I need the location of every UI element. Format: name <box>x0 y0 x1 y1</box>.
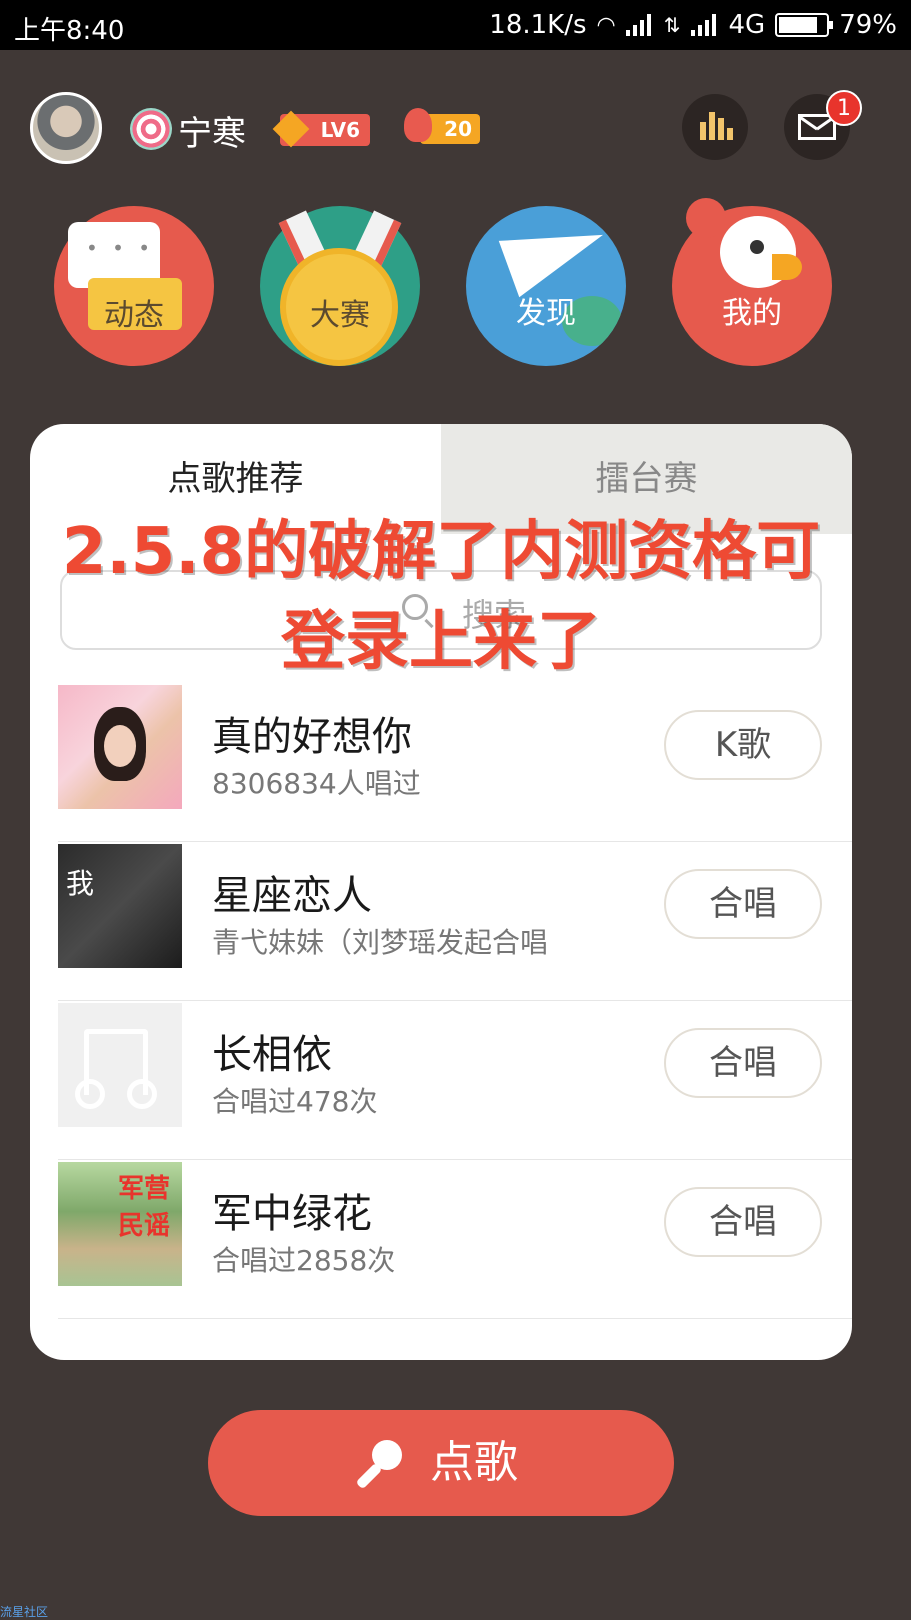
cover-text: 我 <box>66 867 95 900</box>
flower-icon <box>404 108 432 142</box>
nav-feed-label: 动态 <box>104 298 164 333</box>
row-divider <box>58 1159 852 1160</box>
username[interactable]: 宁寒 <box>178 106 246 155</box>
sing-k-button[interactable]: K歌 <box>664 710 822 780</box>
row-divider <box>58 1318 852 1319</box>
level-badge[interactable]: LV6 <box>272 110 370 148</box>
song-title: 星座恋人 <box>212 873 372 919</box>
nav-discover-label: 发现 <box>516 296 576 331</box>
song-subtitle: 8306834人唱过 <box>212 767 421 800</box>
nav-mine-label: 我的 <box>722 296 782 331</box>
album-cover: 军营民谣 <box>58 1162 182 1286</box>
song-subtitle: 合唱过478次 <box>212 1085 378 1118</box>
parrot-crest <box>686 198 726 238</box>
watermark: 流星社区 <box>0 1605 49 1619</box>
album-cover: 我 <box>58 844 182 968</box>
battery-icon <box>775 13 834 37</box>
wifi-icon: ◠ <box>596 12 616 38</box>
signal-icon-2 <box>690 14 719 36</box>
avatar[interactable] <box>30 92 102 164</box>
microphone-icon <box>355 1440 402 1490</box>
song-title: 真的好想你 <box>212 714 412 760</box>
song-row[interactable]: 我 星座恋人 青弋妹妹（刘梦瑶发起合唱 合唱 <box>30 843 852 1001</box>
status-right: 18.1K/s ◠ ⇅ 4G 79% <box>489 10 897 40</box>
status-bar: 上午8:40 18.1K/s ◠ ⇅ 4G 79% <box>0 0 911 50</box>
music-note-icon <box>75 1029 157 1109</box>
song-title: 军中绿花 <box>212 1191 372 1237</box>
nav-contest[interactable]: 大赛 <box>260 206 420 366</box>
diamond-icon <box>272 110 310 148</box>
main-nav: 动态 大赛 发现 我的 <box>0 198 911 366</box>
parrot-beak <box>772 254 802 280</box>
song-row[interactable]: 真的好想你 8306834人唱过 K歌 <box>30 684 852 842</box>
nav-contest-label: 大赛 <box>310 298 370 333</box>
row-divider <box>58 841 852 842</box>
battery-percent: 79% <box>839 10 897 40</box>
song-subtitle: 青弋妹妹（刘梦瑶发起合唱 <box>212 926 549 959</box>
album-cover-placeholder <box>58 1003 182 1127</box>
row-divider <box>58 1000 852 1001</box>
album-cover <box>58 685 182 809</box>
nav-feed[interactable]: 动态 <box>54 206 214 366</box>
chorus-button[interactable]: 合唱 <box>664 869 822 939</box>
song-row[interactable]: 军营民谣 军中绿花 合唱过2858次 合唱 <box>30 1161 852 1319</box>
net-speed: 18.1K/s <box>489 10 587 40</box>
signal-icon <box>625 14 654 36</box>
nav-mine[interactable]: 我的 <box>672 198 832 366</box>
data-transfer-icon: ⇅ <box>663 13 681 37</box>
overlay-caption-line1: 2.5.8的破解了内测资格可 <box>61 515 821 589</box>
song-title: 长相依 <box>212 1032 332 1078</box>
overlay-caption-line2: 登录上来了 <box>281 605 601 679</box>
parrot-eye <box>750 240 764 254</box>
message-count-badge: 1 <box>826 90 862 126</box>
song-row[interactable]: 长相依 合唱过478次 合唱 <box>30 1002 852 1160</box>
cover-text: 军营民谣 <box>118 1174 171 1241</box>
cover-portrait <box>94 707 146 781</box>
flower-badge[interactable]: 20 <box>404 108 480 144</box>
request-song-label: 点歌 <box>430 1437 518 1488</box>
request-song-button[interactable]: 点歌 <box>208 1410 674 1516</box>
song-subtitle: 合唱过2858次 <box>212 1244 396 1277</box>
chorus-button[interactable]: 合唱 <box>664 1187 822 1257</box>
paper-plane-icon <box>498 206 614 298</box>
ranking-button[interactable] <box>682 94 748 160</box>
network-type: 4G <box>728 10 766 40</box>
level-label: LV6 <box>320 118 360 142</box>
flower-count: 20 <box>444 117 472 141</box>
user-lollipop-icon <box>130 108 172 150</box>
user-header: 宁寒 LV6 20 1 <box>0 90 911 170</box>
status-time: 上午8:40 <box>14 16 125 46</box>
chorus-button[interactable]: 合唱 <box>664 1028 822 1098</box>
song-panel: 点歌推荐 擂台赛 搜索 2.5.8的破解了内测资格可 登录上来了 真的好想你 8… <box>30 424 852 1360</box>
nav-discover[interactable]: 发现 <box>466 206 626 366</box>
